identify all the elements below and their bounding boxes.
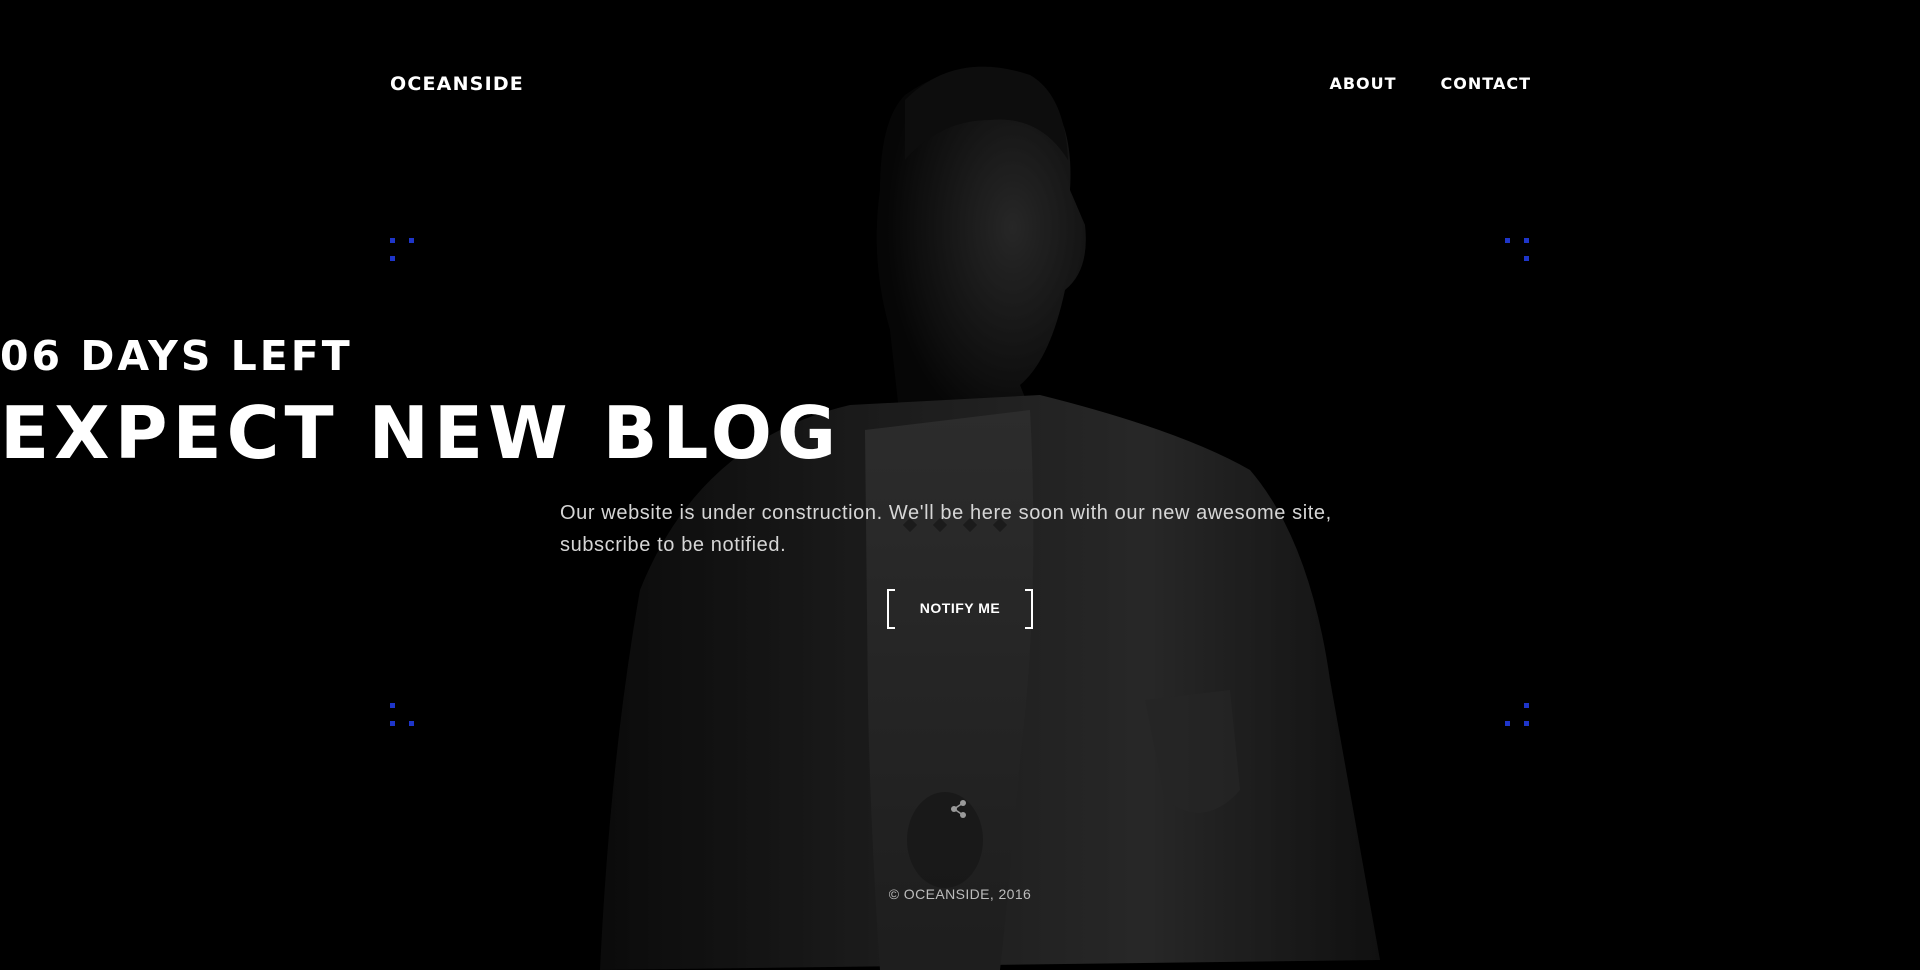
page-headline: EXPECT NEW BLOG (0, 391, 842, 475)
hero-subtitle-line-2: subscribe to be notified. (560, 534, 787, 556)
main-nav: ABOUT CONTACT (1329, 74, 1531, 93)
nav-item-about[interactable]: ABOUT (1329, 74, 1396, 93)
copyright-text: © OCEANSIDE, 2016 (888, 886, 1032, 902)
countdown-text: 06 DAYS LEFT (0, 332, 353, 380)
nav-item-contact[interactable]: CONTACT (1441, 74, 1531, 93)
corner-dots-top-left (390, 238, 416, 264)
notify-me-label: NOTIFY ME (919, 600, 1001, 616)
site-logo[interactable]: OCEANSIDE (390, 73, 524, 95)
hero-background-photo (0, 0, 1920, 970)
corner-dots-bottom-right (1505, 703, 1531, 729)
share-icon[interactable] (949, 799, 969, 819)
hero-subtitle: Our website is under construction. We'll… (560, 497, 1360, 561)
corner-dots-bottom-left (390, 703, 416, 729)
notify-me-button[interactable]: NOTIFY ME (887, 589, 1033, 629)
corner-dots-top-right (1505, 238, 1531, 264)
bracket-right (1025, 589, 1033, 629)
hero-subtitle-line-1: Our website is under construction. We'll… (560, 502, 1332, 524)
